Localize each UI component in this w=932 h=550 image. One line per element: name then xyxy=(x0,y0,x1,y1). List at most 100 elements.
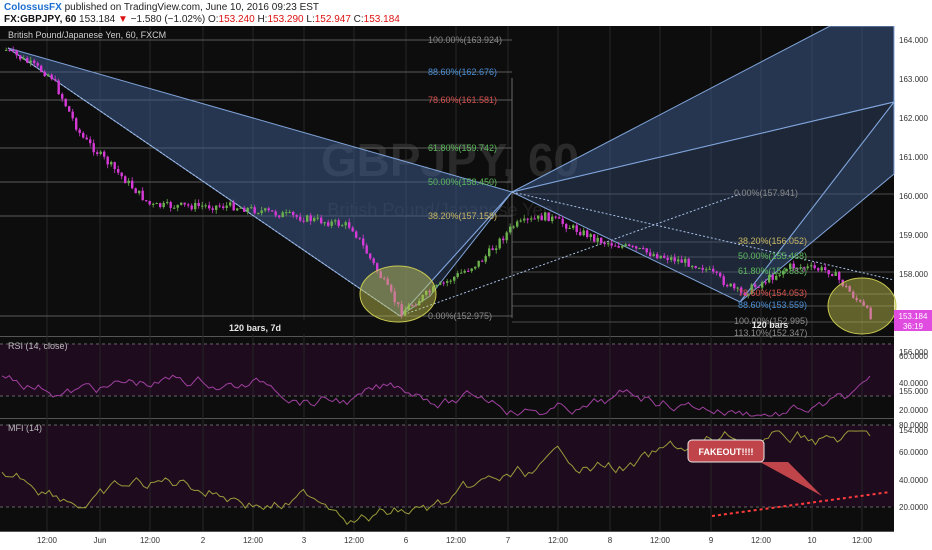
candle-body xyxy=(327,222,330,226)
candle-body xyxy=(309,215,312,222)
candle-body xyxy=(260,210,263,214)
chart-canvas[interactable]: GBPJPY, 60 British Pound/Japanese Yen 10… xyxy=(0,26,932,550)
candle-body xyxy=(19,55,22,60)
candle-body xyxy=(631,245,634,247)
candle-body xyxy=(250,207,253,209)
close-label: C: xyxy=(353,14,364,25)
bars-range-label-2: 120 bars xyxy=(752,320,789,330)
candle-body xyxy=(271,210,274,212)
candle-body xyxy=(754,284,757,287)
candle-body xyxy=(197,202,200,206)
candle-body xyxy=(295,215,298,217)
candle-body xyxy=(516,221,519,227)
candle-body xyxy=(656,254,659,259)
high-value: 153.290 xyxy=(267,14,304,25)
candle-body xyxy=(610,243,613,246)
candle-body xyxy=(173,207,176,209)
time-label: 12:00 xyxy=(446,536,467,545)
candle-body xyxy=(8,49,11,51)
candle-body xyxy=(264,208,267,211)
candle-body xyxy=(715,271,718,273)
candle-body xyxy=(246,207,249,212)
mfi-tick: 20.0000 xyxy=(899,503,928,512)
candle-body xyxy=(337,220,340,226)
candle-body xyxy=(187,204,190,206)
candle-body xyxy=(194,202,197,210)
candle-body xyxy=(638,248,641,250)
fib-left-label: 0.00%(152.975) xyxy=(428,311,492,321)
candle-body xyxy=(712,268,715,272)
candle-body xyxy=(526,218,529,220)
author-link[interactable]: ColossusFX xyxy=(4,2,62,13)
candle-body xyxy=(215,205,218,210)
candle-body xyxy=(292,211,295,216)
time-label: 8 xyxy=(608,536,613,545)
candle-body xyxy=(586,230,589,238)
candle-body xyxy=(561,218,564,225)
candle-body xyxy=(509,226,512,233)
time-label: 12:00 xyxy=(548,536,569,545)
candle-body xyxy=(820,267,823,271)
candle-body xyxy=(621,246,624,248)
candle-body xyxy=(43,71,46,77)
candle-body xyxy=(488,248,491,257)
candle-body xyxy=(579,231,582,236)
candle-body xyxy=(320,217,323,224)
time-label: 12:00 xyxy=(344,536,365,545)
candle-body xyxy=(71,111,74,119)
candle-body xyxy=(369,253,372,259)
candle-body xyxy=(288,211,291,213)
mfi-tick: 40.0000 xyxy=(899,476,928,485)
candle-body xyxy=(670,257,673,260)
candle-body xyxy=(523,218,526,221)
candle-body xyxy=(652,254,655,256)
time-label: Jun xyxy=(94,536,107,545)
fib-left-label: 78.60%(161.581) xyxy=(428,95,497,105)
candle-body xyxy=(607,243,610,245)
candle-body xyxy=(89,139,92,144)
mfi-tick: 60.0000 xyxy=(899,448,928,457)
candle-body xyxy=(687,258,690,267)
price-tick: 164.000 xyxy=(899,36,928,45)
candle-body xyxy=(201,205,204,207)
candle-body xyxy=(729,283,732,287)
fib-left-label: 50.00%(158.450) xyxy=(428,177,497,187)
fib-left-label: 38.20%(157.158) xyxy=(428,211,497,221)
rsi-pane-title: RSI (14, close) xyxy=(8,341,68,351)
candle-body xyxy=(211,208,214,210)
candle-body xyxy=(519,220,522,222)
candle-body xyxy=(617,245,620,248)
candle-body xyxy=(831,274,834,276)
fakeout-text: FAKEOUT!!!! xyxy=(699,447,754,457)
candle-body xyxy=(365,245,368,254)
candle-body xyxy=(281,212,284,218)
candle-body xyxy=(29,60,32,63)
candle-body xyxy=(372,258,375,264)
candle-body xyxy=(12,49,15,51)
candle-body xyxy=(505,232,508,241)
candle-body xyxy=(225,205,228,209)
candle-body xyxy=(50,74,53,80)
low-value: 152.947 xyxy=(314,14,351,25)
mfi-tick: 80.0000 xyxy=(899,421,928,430)
candle-body xyxy=(498,238,501,249)
candle-body xyxy=(159,203,162,207)
candle-body xyxy=(64,98,67,107)
candle-body xyxy=(278,215,281,218)
candle-body xyxy=(659,255,662,259)
candle-body xyxy=(36,63,39,66)
candle-body xyxy=(817,268,820,271)
candle-body xyxy=(701,267,704,270)
candle-body xyxy=(355,231,358,238)
candle-body xyxy=(239,207,242,209)
candle-body xyxy=(134,188,137,194)
candle-body xyxy=(680,259,683,263)
candle-body xyxy=(47,74,50,77)
candle-body xyxy=(183,202,186,205)
mfi-pane-title: MFI (14) xyxy=(8,423,42,433)
countdown-tag-text: 36:19 xyxy=(903,322,924,331)
candle-body xyxy=(565,224,568,229)
candle-body xyxy=(764,282,767,284)
price-tick: 163.000 xyxy=(899,75,928,84)
candle-body xyxy=(274,211,277,216)
